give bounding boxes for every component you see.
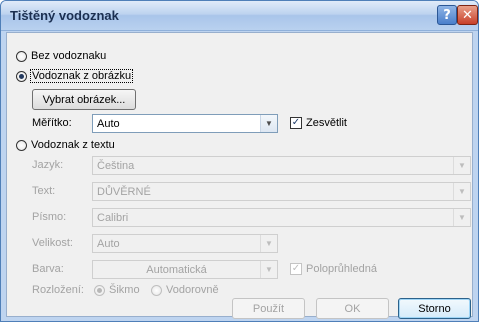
layout-label: Rozložení: xyxy=(32,284,84,296)
size-select[interactable]: Auto ▼ xyxy=(92,234,278,253)
chevron-down-icon[interactable]: ▼ xyxy=(453,183,470,200)
select-picture-button[interactable]: Vybrat obrázek... xyxy=(32,89,136,110)
scale-value: Auto xyxy=(97,117,120,130)
language-select[interactable]: Čeština ▼ xyxy=(92,156,471,175)
semitransparent-option[interactable]: ✓ Poloprůhledná xyxy=(290,263,377,275)
option-picture-watermark-label: Vodoznak z obrázku xyxy=(30,69,134,83)
size-value: Auto xyxy=(97,237,120,250)
layout-diagonal-label: Šikmo xyxy=(109,284,140,296)
chevron-down-icon[interactable]: ▼ xyxy=(260,235,277,252)
option-no-watermark-label: Bez vodoznaku xyxy=(31,50,107,62)
radio-text-watermark[interactable] xyxy=(16,139,27,151)
layout-horizontal-label: Vodorovně xyxy=(166,284,219,296)
semitransparent-checkbox[interactable]: ✓ xyxy=(290,263,302,275)
chevron-down-icon[interactable]: ▼ xyxy=(260,261,277,278)
dialog-body: Bez vodoznaku Vodoznak z obrázku Vybrat … xyxy=(6,32,473,319)
dialog-window: Tištěný vodoznak ? ✕ Bez vodoznaku Vodoz… xyxy=(0,0,479,322)
radio-picture-watermark[interactable] xyxy=(16,70,27,82)
layout-horizontal-option[interactable]: Vodorovně xyxy=(151,284,219,296)
chevron-down-icon[interactable]: ▼ xyxy=(260,115,277,132)
text-value: DŮVĚRNÉ xyxy=(97,185,151,198)
radio-no-watermark[interactable] xyxy=(16,50,27,62)
close-button[interactable]: ✕ xyxy=(457,5,478,25)
semitransparent-label: Poloprůhledná xyxy=(306,263,377,275)
cancel-button[interactable]: Storno xyxy=(398,298,471,319)
radio-layout-diagonal[interactable] xyxy=(94,284,105,296)
color-label: Barva: xyxy=(32,263,64,275)
font-label: Písmo: xyxy=(32,211,67,223)
chevron-down-icon[interactable]: ▼ xyxy=(453,209,470,226)
washout-label: Zesvětlit xyxy=(306,117,347,129)
option-text-watermark[interactable]: Vodoznak z textu xyxy=(16,139,115,151)
chevron-down-icon[interactable]: ▼ xyxy=(453,157,470,174)
scale-label: Měřítko: xyxy=(32,117,72,129)
option-picture-watermark[interactable]: Vodoznak z obrázku xyxy=(16,69,134,83)
title-bar: Tištěný vodoznak ? ✕ xyxy=(1,1,478,31)
option-no-watermark[interactable]: Bez vodoznaku xyxy=(16,50,106,62)
text-label: Text: xyxy=(32,185,56,197)
scale-select[interactable]: Auto ▼ xyxy=(92,114,278,133)
color-select[interactable]: Automatická ▼ xyxy=(92,260,278,279)
dialog-title: Tištěný vodoznak xyxy=(10,8,119,23)
color-value: Automatická xyxy=(146,263,207,276)
ok-button[interactable]: OK xyxy=(316,298,389,319)
help-button[interactable]: ? xyxy=(437,5,457,25)
washout-checkbox[interactable]: ✓ xyxy=(290,117,302,129)
option-text-watermark-label: Vodoznak z textu xyxy=(31,139,115,151)
washout-option[interactable]: ✓ Zesvětlit xyxy=(290,117,347,129)
font-value: Calibri xyxy=(97,211,129,224)
language-value: Čeština xyxy=(97,159,135,172)
size-label: Velikost: xyxy=(32,237,73,249)
language-label: Jazyk: xyxy=(32,159,64,171)
font-select[interactable]: Calibri ▼ xyxy=(92,208,471,227)
apply-button[interactable]: Použít xyxy=(232,298,305,319)
text-select[interactable]: DŮVĚRNÉ ▼ xyxy=(92,182,471,201)
layout-diagonal-option[interactable]: Šikmo xyxy=(94,284,140,296)
radio-layout-horizontal[interactable] xyxy=(151,284,162,296)
